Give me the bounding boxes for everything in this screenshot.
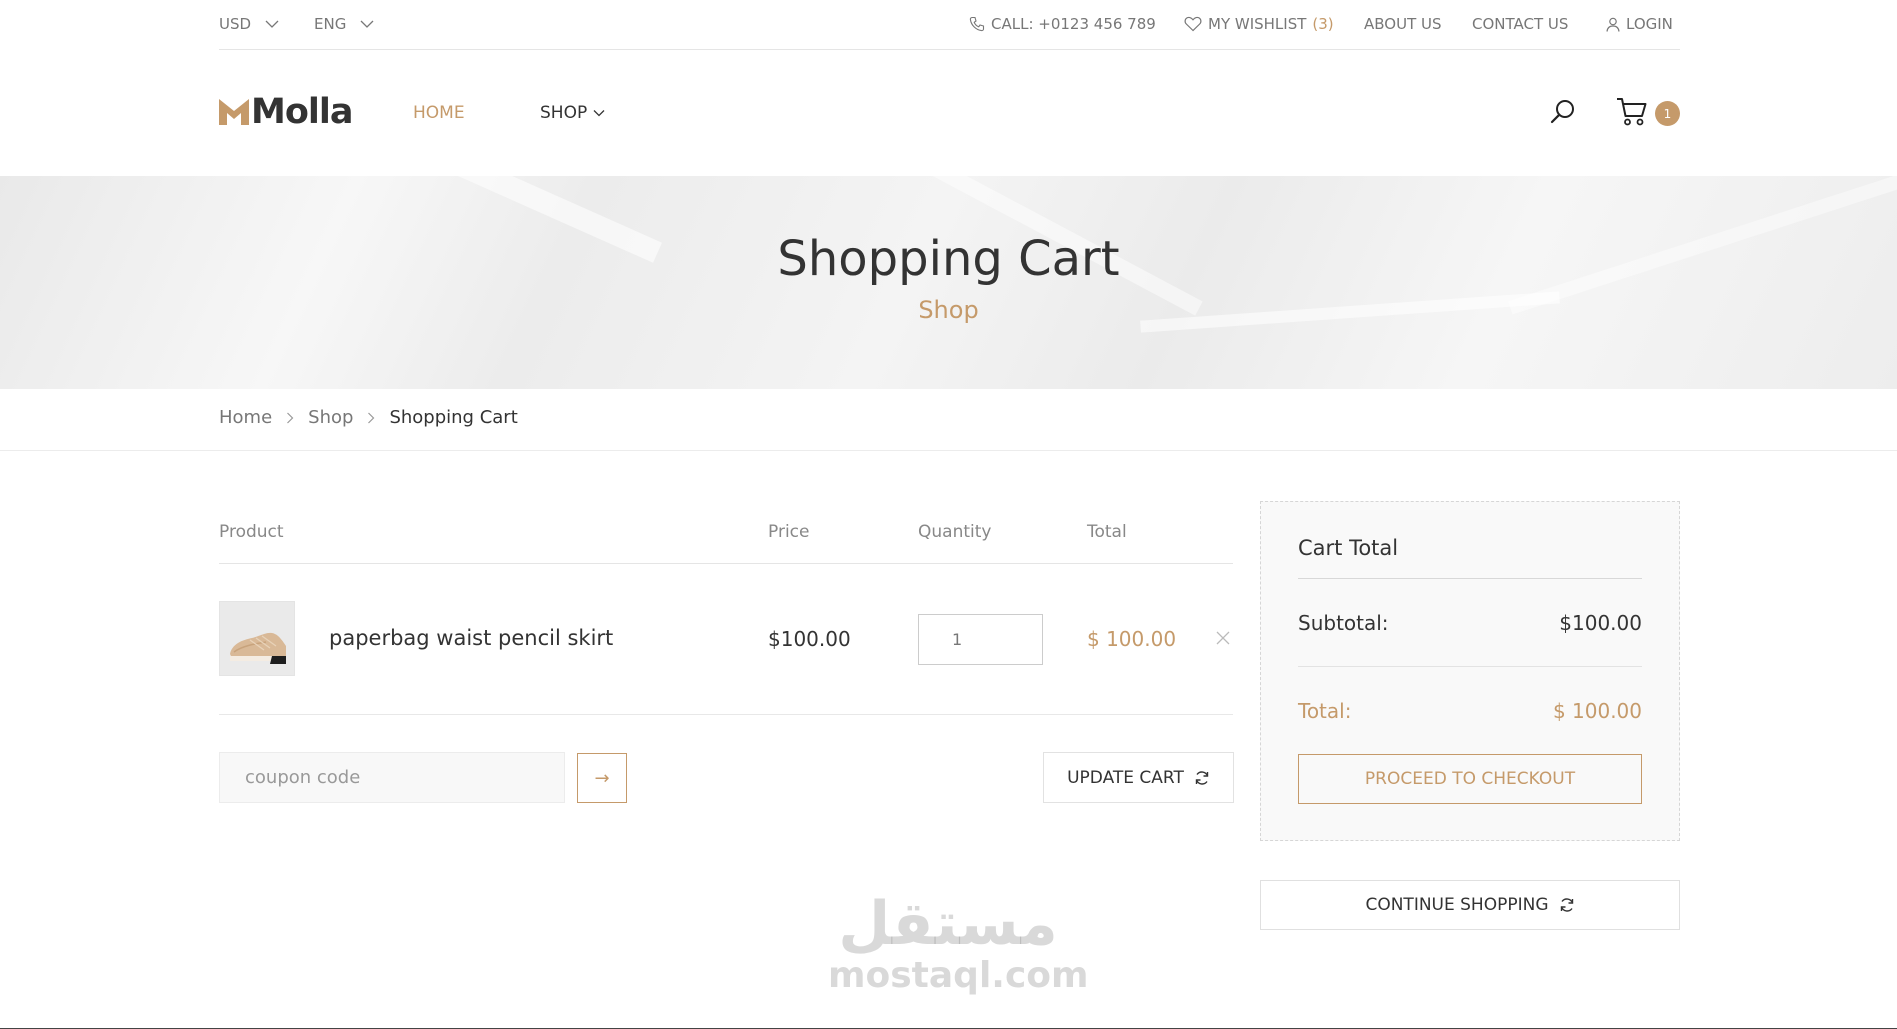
- chevron-right-icon: [368, 412, 375, 423]
- about-label: ABOUT US: [1364, 15, 1442, 33]
- product-price: $100.00: [768, 627, 851, 651]
- header-cart-button[interactable]: [1616, 97, 1648, 127]
- column-header-price: Price: [768, 522, 810, 542]
- nav-home-label: HOME: [413, 103, 465, 123]
- close-icon: [1216, 631, 1230, 645]
- call-link[interactable]: CALL: +0123 456 789: [969, 15, 1156, 33]
- breadcrumb-home[interactable]: Home: [219, 407, 272, 428]
- proceed-to-checkout-button[interactable]: PROCEED TO CHECKOUT: [1298, 754, 1642, 804]
- subtotal-value: $100.00: [1559, 611, 1642, 635]
- search-button[interactable]: [1550, 99, 1576, 125]
- cart-total-title: Cart Total: [1298, 536, 1399, 560]
- divider: [219, 563, 1233, 564]
- watermark-arabic: مستقل: [838, 889, 1058, 959]
- nav-shop[interactable]: SHOP: [540, 103, 605, 123]
- login-label: LOGIN: [1626, 15, 1673, 33]
- continue-shopping-label: CONTINUE SHOPPING: [1365, 895, 1549, 915]
- remove-item-button[interactable]: [1215, 630, 1231, 646]
- refresh-icon: [1195, 770, 1209, 785]
- user-icon: [1606, 17, 1620, 32]
- breadcrumb-current: Shopping Cart: [389, 407, 518, 428]
- update-cart-button[interactable]: UPDATE CART: [1043, 752, 1234, 803]
- total-value: $ 100.00: [1552, 699, 1642, 723]
- cart-count-badge: 1: [1655, 101, 1680, 126]
- login-link[interactable]: LOGIN: [1606, 15, 1673, 33]
- main-header: Molla HOME SHOP 1: [219, 50, 1680, 176]
- logo[interactable]: Molla: [219, 92, 353, 132]
- column-header-quantity: Quantity: [918, 522, 992, 542]
- page-hero: Shopping Cart Shop: [0, 176, 1897, 389]
- currency-label: USD: [219, 15, 252, 33]
- watermark: مستقل mostaql.com: [828, 889, 1089, 996]
- contact-link[interactable]: CONTACT US: [1472, 15, 1568, 33]
- heart-icon: [1184, 16, 1202, 32]
- language-select[interactable]: ENG: [314, 15, 374, 33]
- subtotal-label: Subtotal:: [1298, 611, 1389, 635]
- watermark-latin: mostaql.com: [828, 955, 1089, 996]
- wishlist-count: (3): [1312, 15, 1334, 33]
- wishlist-link[interactable]: MY WISHLIST (3): [1184, 15, 1334, 33]
- phone-icon: [969, 16, 985, 32]
- continue-shopping-button[interactable]: CONTINUE SHOPPING: [1260, 880, 1680, 930]
- chevron-down-icon: [265, 20, 279, 28]
- nav-home[interactable]: HOME: [413, 103, 465, 123]
- update-cart-label: UPDATE CART: [1067, 767, 1184, 788]
- currency-select[interactable]: USD: [219, 15, 279, 33]
- contact-label: CONTACT US: [1472, 15, 1569, 33]
- column-header-total: Total: [1087, 522, 1127, 542]
- refresh-icon: [1560, 898, 1573, 912]
- page-subtitle: Shop: [918, 296, 979, 324]
- cart-icon: [1617, 98, 1647, 126]
- total-label: Total:: [1298, 699, 1352, 723]
- product-thumbnail[interactable]: [219, 601, 295, 676]
- divider: [0, 450, 1897, 451]
- apply-coupon-button[interactable]: →: [577, 753, 627, 803]
- divider: [219, 714, 1233, 715]
- call-text: CALL: +0123 456 789: [991, 15, 1156, 33]
- arrow-right-icon: →: [594, 767, 610, 789]
- quantity-input[interactable]: 1: [918, 614, 1043, 665]
- product-total: $ 100.00: [1087, 627, 1177, 651]
- language-label: ENG: [314, 15, 347, 33]
- coupon-input[interactable]: [219, 752, 565, 803]
- logo-icon: [219, 99, 249, 125]
- breadcrumb: Home Shop Shopping Cart: [219, 407, 518, 428]
- search-icon: [1550, 100, 1574, 124]
- column-header-product: Product: [219, 522, 284, 542]
- wishlist-label: MY WISHLIST: [1208, 15, 1307, 33]
- chevron-right-icon: [287, 412, 294, 423]
- about-link[interactable]: ABOUT US: [1364, 15, 1442, 33]
- top-bar: USD ENG CALL: +0123 456 789 MY WISHLIST …: [219, 0, 1680, 50]
- breadcrumb-shop[interactable]: Shop: [308, 407, 353, 428]
- cart-total-panel: Cart Total Subtotal: $100.00 Total: $ 10…: [1260, 501, 1680, 841]
- nav-shop-label: SHOP: [540, 103, 588, 123]
- sneaker-image: [220, 602, 294, 675]
- chevron-down-icon: [593, 110, 605, 117]
- divider: [1298, 578, 1642, 579]
- chevron-down-icon: [360, 20, 374, 28]
- divider: [1298, 666, 1642, 667]
- product-name[interactable]: paperbag waist pencil skirt: [329, 626, 613, 650]
- logo-text: Molla: [251, 92, 353, 132]
- page-title: Shopping Cart: [777, 231, 1120, 287]
